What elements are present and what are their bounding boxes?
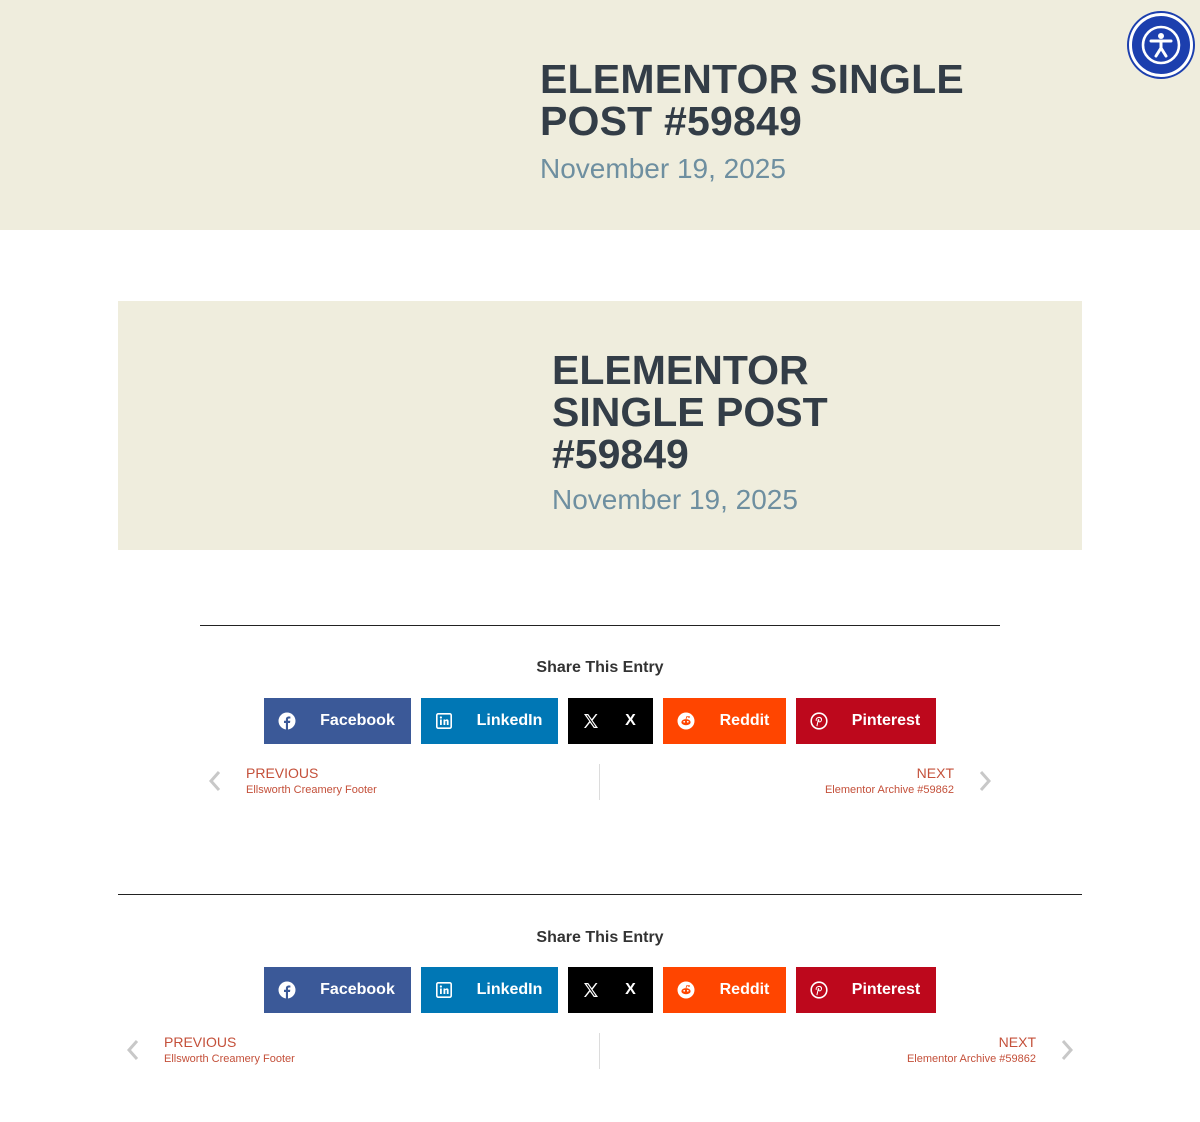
- chevron-right-icon: [1061, 1040, 1074, 1060]
- share-label: Facebook: [320, 712, 395, 729]
- nav-divider: [599, 764, 600, 800]
- nav-divider: [599, 1033, 600, 1069]
- x-icon: [568, 698, 614, 744]
- previous-label: PREVIOUS: [246, 765, 319, 781]
- next-label: NEXT: [916, 765, 954, 781]
- share-pinterest-button[interactable]: Pinterest: [796, 698, 936, 744]
- next-post-title: Elementor Archive #59862: [906, 1053, 1036, 1065]
- share-label: Reddit: [719, 981, 770, 998]
- pinterest-icon: [796, 698, 842, 744]
- share-label: Reddit: [719, 712, 770, 729]
- linkedin-icon: [421, 698, 467, 744]
- post-navigation: PREVIOUS Ellsworth Creamery Footer NEXT …: [118, 1033, 1082, 1073]
- post-navigation: PREVIOUS Ellsworth Creamery Footer NEXT …: [200, 764, 1000, 804]
- share-linkedin-button[interactable]: LinkedIn: [421, 967, 558, 1013]
- linkedin-icon: [421, 967, 467, 1013]
- accessibility-button[interactable]: [1129, 13, 1193, 77]
- share-label: X: [625, 981, 636, 998]
- post-hero: ELEMENTOR SINGLE POST #59849 November 19…: [0, 0, 1200, 230]
- next-post-title: Elementor Archive #59862: [824, 784, 954, 796]
- share-label: LinkedIn: [476, 712, 543, 729]
- previous-label: PREVIOUS: [164, 1034, 237, 1050]
- share-facebook-button[interactable]: Facebook: [264, 698, 411, 744]
- pinterest-icon: [796, 967, 842, 1013]
- share-reddit-button[interactable]: Reddit: [663, 967, 786, 1013]
- card-date: November 19, 2025: [552, 484, 798, 515]
- divider: [118, 894, 1082, 895]
- share-label: Facebook: [320, 981, 395, 998]
- share-title: Share This Entry: [536, 929, 664, 946]
- previous-post-title: Ellsworth Creamery Footer: [164, 1053, 295, 1065]
- share-buttons: Facebook LinkedIn X Reddit Pinterest: [0, 698, 1200, 744]
- accessibility-icon: [1141, 25, 1181, 65]
- share-reddit-button[interactable]: Reddit: [663, 698, 786, 744]
- post-date: November 19, 2025: [540, 153, 786, 184]
- facebook-icon: [264, 698, 310, 744]
- share-label: Pinterest: [851, 981, 921, 998]
- reddit-icon: [663, 967, 709, 1013]
- chevron-left-icon: [208, 771, 221, 791]
- share-label: Pinterest: [851, 712, 921, 729]
- post-title: ELEMENTOR SINGLE POST #59849: [540, 56, 964, 144]
- share-facebook-button[interactable]: Facebook: [264, 967, 411, 1013]
- share-label: LinkedIn: [476, 981, 543, 998]
- chevron-right-icon: [979, 771, 992, 791]
- share-x-button[interactable]: X: [568, 967, 653, 1013]
- share-linkedin-button[interactable]: LinkedIn: [421, 698, 558, 744]
- share-buttons: Facebook LinkedIn X Reddit Pinterest: [0, 967, 1200, 1013]
- share-x-button[interactable]: X: [568, 698, 653, 744]
- share-label: X: [625, 712, 636, 729]
- chevron-left-icon: [126, 1040, 139, 1060]
- post-card: ELEMENTOR SINGLE POST #59849 November 19…: [118, 301, 1082, 550]
- share-pinterest-button[interactable]: Pinterest: [796, 967, 936, 1013]
- card-title: ELEMENTOR SINGLE POST #59849: [552, 347, 828, 477]
- facebook-icon: [264, 967, 310, 1013]
- x-icon: [568, 967, 614, 1013]
- share-title: Share This Entry: [536, 659, 664, 676]
- divider: [200, 625, 1000, 626]
- reddit-icon: [663, 698, 709, 744]
- previous-post-title: Ellsworth Creamery Footer: [246, 784, 377, 796]
- next-label: NEXT: [998, 1034, 1036, 1050]
